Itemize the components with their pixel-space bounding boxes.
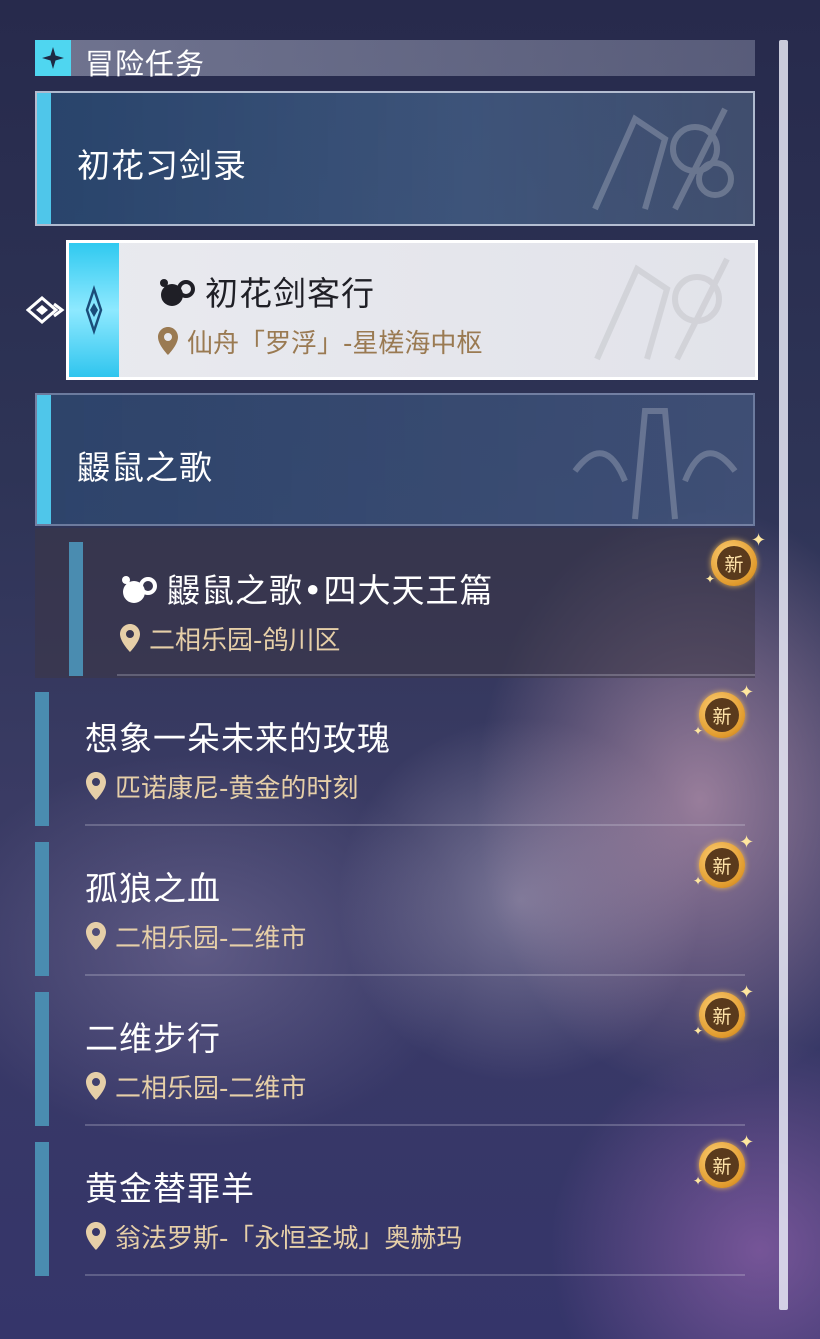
category-accent-bar bbox=[37, 93, 51, 224]
selected-quest-card[interactable]: 初花剑客行 仙舟「罗浮」-星槎海中枢 bbox=[66, 240, 758, 380]
quest-type-icon bbox=[160, 279, 195, 306]
divider bbox=[117, 674, 755, 676]
quest-item[interactable]: 孤狼之血 二相乐园-二维市 新 ✦ ✦ bbox=[35, 832, 755, 978]
quest-name: 鼹鼠之歌•四大天王篇 bbox=[119, 564, 493, 612]
quest-name: 初花剑客行 bbox=[157, 267, 375, 315]
sparkle-icon bbox=[35, 40, 71, 76]
quest-location: 仙舟「罗浮」-星槎海中枢 bbox=[157, 323, 482, 360]
location-pin-icon bbox=[86, 1072, 106, 1100]
emblem-icon bbox=[594, 257, 730, 361]
emblem-icon bbox=[572, 408, 738, 520]
crystal-marker-icon bbox=[69, 243, 119, 377]
quest-accent-bar bbox=[35, 692, 49, 826]
emblem-icon bbox=[592, 107, 734, 211]
quest-location: 二相乐园-鸽川区 bbox=[119, 620, 340, 657]
quest-name: 二维步行 bbox=[85, 1019, 221, 1058]
new-badge: 新 ✦ ✦ bbox=[693, 832, 755, 888]
quest-item[interactable]: 黄金替罪羊 翁法罗斯-「永恒圣城」奥赫玛 新 ✦ ✦ bbox=[35, 1132, 755, 1278]
location-pin-icon bbox=[86, 772, 106, 800]
quest-item[interactable]: 想象一朵未来的玫瑰 匹诺康尼-黄金的时刻 新 ✦ ✦ bbox=[35, 682, 755, 828]
quest-location: 二相乐园-二维市 bbox=[85, 918, 306, 955]
quest-accent-bar bbox=[35, 1142, 49, 1276]
quest-accent-bar bbox=[35, 842, 49, 976]
location-pin-icon bbox=[120, 624, 140, 652]
quest-name: 黄金替罪羊 bbox=[85, 1169, 255, 1208]
quest-item[interactable]: 鼹鼠之歌•四大天王篇 二相乐园-鸽川区 新 ✦ ✦ bbox=[35, 528, 766, 678]
location-pin-icon bbox=[86, 1222, 106, 1250]
quest-location: 匹诺康尼-黄金的时刻 bbox=[85, 768, 358, 805]
divider bbox=[85, 1124, 745, 1126]
selection-pointer-icon bbox=[26, 296, 65, 324]
section-title: 冒险任务 bbox=[85, 47, 206, 81]
section-header: 冒险任务 bbox=[35, 40, 755, 81]
category-title: 初花习剑录 bbox=[77, 146, 247, 185]
location-pin-icon bbox=[158, 327, 178, 355]
quest-name: 想象一朵未来的玫瑰 bbox=[85, 719, 391, 758]
location-pin-icon bbox=[86, 922, 106, 950]
category-accent-bar bbox=[37, 395, 51, 524]
new-badge: 新 ✦ ✦ bbox=[693, 682, 755, 738]
quest-accent-bar bbox=[35, 992, 49, 1126]
new-badge: 新 ✦ ✦ bbox=[705, 530, 767, 586]
quest-item[interactable]: 二维步行 二相乐园-二维市 新 ✦ ✦ bbox=[35, 982, 755, 1128]
quest-location: 翁法罗斯-「永恒圣城」奥赫玛 bbox=[85, 1218, 462, 1255]
category-mole-song[interactable]: 鼹鼠之歌 bbox=[35, 393, 755, 526]
quest-location: 二相乐园-二维市 bbox=[85, 1068, 306, 1105]
category-title: 鼹鼠之歌 bbox=[77, 448, 213, 487]
divider bbox=[85, 824, 745, 826]
divider bbox=[85, 1274, 745, 1276]
category-chuhua[interactable]: 初花习剑录 bbox=[35, 91, 755, 226]
new-badge: 新 ✦ ✦ bbox=[693, 1132, 755, 1188]
quest-accent-bar bbox=[69, 542, 83, 676]
quest-type-icon bbox=[122, 576, 157, 603]
quest-name: 孤狼之血 bbox=[85, 869, 221, 908]
scrollbar[interactable] bbox=[779, 40, 788, 1310]
divider bbox=[85, 974, 745, 976]
new-badge: 新 ✦ ✦ bbox=[693, 982, 755, 1038]
